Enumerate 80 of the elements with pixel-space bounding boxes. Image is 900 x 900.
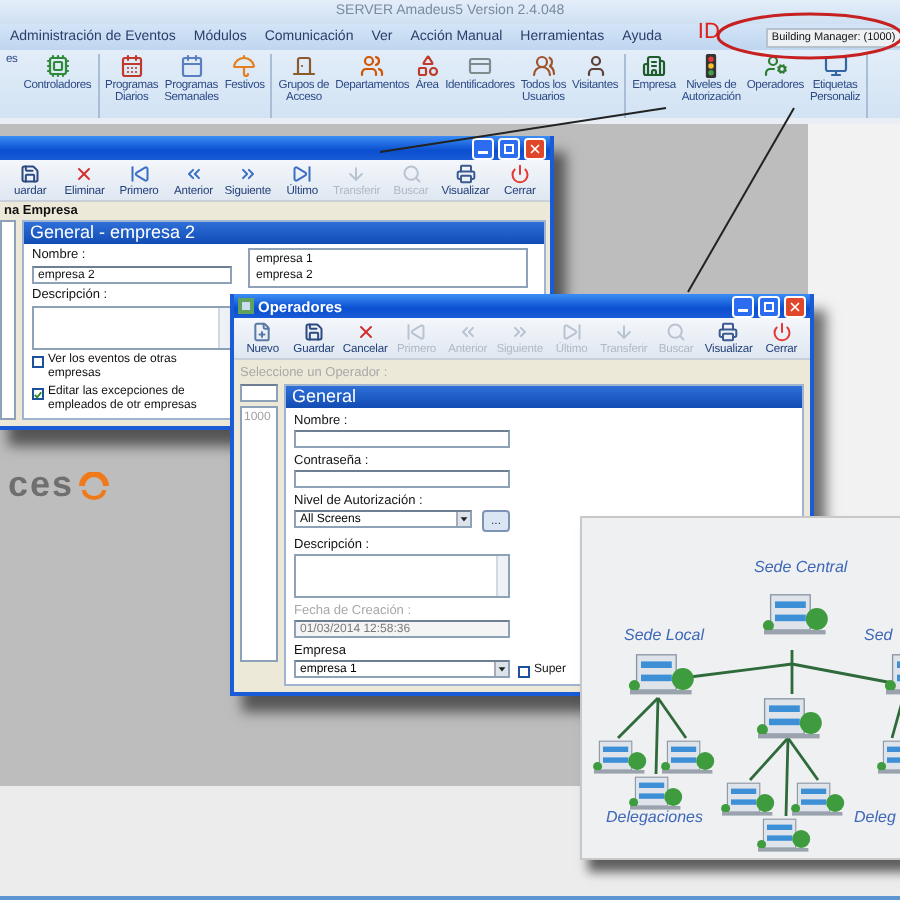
checkbox[interactable]	[32, 356, 44, 368]
panel-header: General - empresa 2	[24, 222, 544, 244]
skip-back-icon	[406, 322, 427, 342]
person-gear-icon	[763, 54, 788, 78]
building-icon	[757, 818, 811, 852]
building-icon	[629, 776, 683, 810]
search-icon	[666, 322, 687, 342]
minimize-button[interactable]	[732, 295, 754, 317]
maximize-button[interactable]	[498, 137, 520, 159]
connector-line	[890, 701, 900, 739]
building-icon	[756, 698, 822, 739]
double-right-icon	[237, 164, 258, 184]
calendar-icon	[179, 54, 204, 78]
logo-text: ces	[8, 464, 75, 506]
diagram-label: Delegaciones	[606, 808, 703, 826]
save-icon	[20, 164, 41, 184]
dropdown-arrow-icon	[494, 662, 508, 676]
people-icon	[360, 54, 385, 78]
input-field[interactable]	[294, 470, 510, 488]
double-left-icon	[183, 164, 204, 184]
close-icon	[528, 141, 542, 155]
shapes-icon	[415, 54, 440, 78]
maximize-icon	[504, 143, 514, 153]
close-icon	[788, 299, 802, 313]
search-icon	[401, 164, 422, 184]
building-icon	[628, 654, 694, 695]
double-left-icon	[457, 322, 478, 342]
building-icon	[641, 54, 666, 78]
checkmark-icon	[34, 389, 42, 399]
diagram-label: Sed	[864, 626, 893, 644]
scrollbar[interactable]	[218, 308, 230, 348]
card-icon	[467, 54, 492, 78]
double-right-icon	[509, 322, 530, 342]
calendar-icon	[119, 54, 144, 78]
skip-back-icon	[129, 164, 149, 184]
building-icon	[661, 740, 715, 774]
maximize-icon	[764, 301, 774, 311]
text-area[interactable]	[294, 554, 510, 598]
power-icon	[509, 164, 530, 184]
umbrella-icon	[232, 54, 257, 78]
scrollbar[interactable]	[496, 556, 508, 596]
checkbox[interactable]	[32, 388, 44, 400]
diagram-label: Deleg	[854, 808, 896, 826]
door-icon	[291, 54, 316, 78]
traffic-light-icon	[704, 54, 719, 78]
close-icon	[355, 322, 376, 342]
down-arrow-icon	[613, 322, 634, 342]
dropdown-arrow-icon	[456, 512, 470, 526]
skip-forward-icon	[561, 322, 582, 342]
logo-mark-icon	[78, 471, 111, 499]
building-icon	[791, 782, 845, 816]
person-icon	[583, 54, 608, 78]
people-icon	[531, 54, 556, 78]
building-icon	[884, 654, 900, 695]
close-button[interactable]	[524, 137, 546, 159]
printer-icon	[455, 164, 476, 184]
diagram-label: Sede Local	[624, 626, 705, 644]
building-icon	[877, 740, 900, 774]
building-icon	[721, 782, 775, 816]
building-icon	[762, 594, 828, 635]
chip-icon	[45, 54, 70, 78]
save-icon	[303, 322, 324, 342]
checkbox[interactable]	[518, 666, 530, 678]
monitor-icon	[823, 54, 848, 78]
diagram-label: Sede Central	[754, 558, 848, 576]
power-icon	[771, 322, 792, 342]
input-field[interactable]	[240, 384, 278, 402]
input-field[interactable]	[294, 430, 510, 448]
skip-forward-icon	[292, 164, 313, 184]
annotation-label: ID	[697, 19, 720, 43]
building-icon	[593, 740, 647, 774]
printer-icon	[718, 322, 739, 342]
document-icon	[252, 322, 273, 342]
down-arrow-icon	[346, 164, 367, 184]
close-icon	[74, 164, 95, 184]
window-icon	[238, 298, 254, 314]
close-button[interactable]	[784, 295, 806, 317]
minimize-button[interactable]	[472, 137, 494, 159]
maximize-button[interactable]	[758, 295, 780, 317]
panel-header: General	[286, 386, 802, 408]
